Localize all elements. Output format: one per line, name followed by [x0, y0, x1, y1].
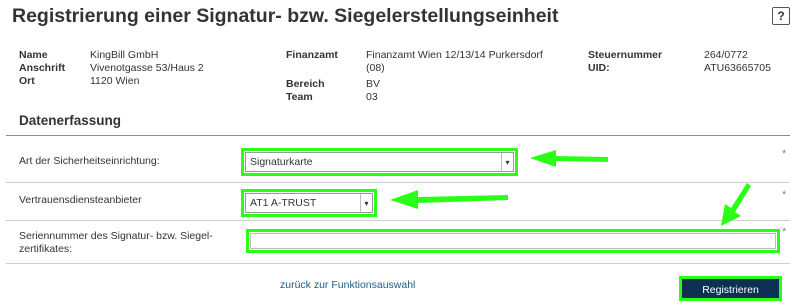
arrow-to-serial-input [721, 183, 751, 226]
arrow-to-security-select [530, 150, 608, 167]
annotation-arrows [390, 150, 751, 226]
arrow-to-provider-select [390, 190, 508, 209]
